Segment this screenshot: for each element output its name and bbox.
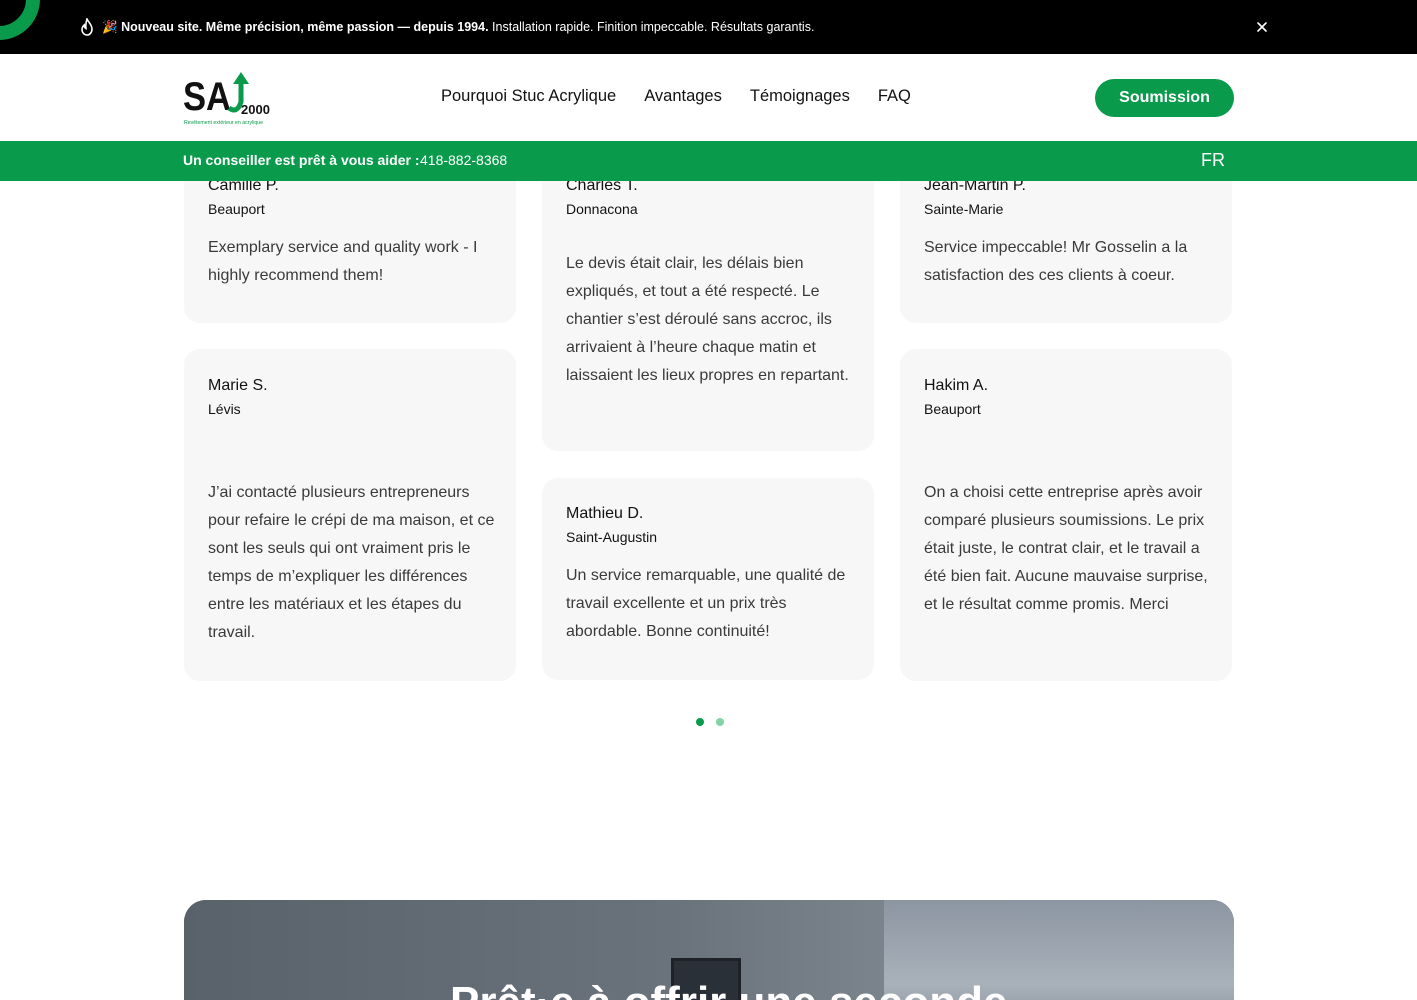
testimonial-city: Saint-Augustin (566, 529, 658, 545)
testimonial-card: Camille P. Beauport Exemplary service an… (184, 181, 516, 323)
testimonial-name: Marie S. (208, 377, 268, 394)
testimonial-city: Lévis (208, 401, 241, 417)
testimonial-card: Jean-Martin P. Sainte-Marie Service impe… (900, 181, 1232, 323)
main-nav: Pourquoi Stuc Acrylique Avantages Témoig… (441, 87, 911, 106)
testimonial-text: Service impeccable! Mr Gosselin a la sat… (924, 239, 1188, 284)
testimonial-city: Sainte-Marie (924, 201, 1004, 217)
nav-avantages[interactable]: Avantages (644, 87, 722, 106)
testimonial-card: Marie S. Lévis J’ai contacté plusieurs e… (184, 349, 516, 681)
close-icon[interactable] (1254, 19, 1270, 35)
testimonial-card: Charles T. Donnacona Le devis était clai… (542, 181, 874, 451)
testimonials-section: Camille P. Beauport Exemplary service an… (0, 181, 1417, 1000)
announcement-rest: Installation rapide. Finition impeccable… (492, 20, 815, 34)
flame-icon (81, 18, 93, 36)
carousel-dot-1[interactable] (696, 718, 704, 726)
nav-faq[interactable]: FAQ (878, 87, 911, 106)
site-header: SA 2000 Revêtement extérieur en acryliqu… (0, 54, 1417, 141)
testimonial-text: Le devis était clair, les délais bien ex… (566, 255, 849, 384)
testimonial-city: Donnacona (566, 201, 638, 217)
logo-mark-icon: SA 2000 Revêtement extérieur en acryliqu… (183, 72, 270, 126)
testimonial-name: Charles T. (566, 181, 638, 194)
party-emoji: 🎉 (102, 20, 118, 34)
language-switch[interactable]: FR (1201, 150, 1225, 171)
banner-headline: Prêt·e à offrir une seconde (450, 978, 1007, 1000)
carousel-pagination (696, 718, 724, 726)
announcement-bar: 🎉 Nouveau site. Même précision, même pas… (0, 0, 1417, 54)
testimonial-text: On a choisi cette entreprise après avoir… (924, 484, 1208, 613)
testimonial-name: Mathieu D. (566, 505, 644, 522)
testimonial-name: Hakim A. (924, 377, 989, 394)
help-bar: Un conseiller est prêt à vous aider : 41… (0, 141, 1417, 181)
svg-text:2000: 2000 (241, 102, 270, 117)
sa2000-logo[interactable]: SA 2000 Revêtement extérieur en acryliqu… (183, 68, 275, 128)
testimonial-text: J’ai contacté plusieurs entrepreneurs po… (208, 484, 495, 641)
testimonial-text: Exemplary service and quality work - I h… (208, 239, 478, 284)
cta-banner: Prêt·e à offrir une seconde (184, 900, 1234, 1000)
testimonial-city: Beauport (208, 201, 265, 217)
announcement-message: 🎉 Nouveau site. Même précision, même pas… (102, 18, 814, 36)
phone-link[interactable]: 418-882-8368 (420, 152, 507, 168)
svg-text:Revêtement extérieur en acryli: Revêtement extérieur en acrylique (184, 120, 263, 126)
announcement-bold: Nouveau site. Même précision, même passi… (121, 20, 489, 34)
testimonial-card: Hakim A. Beauport On a choisi cette entr… (900, 349, 1232, 681)
testimonial-city: Beauport (924, 401, 981, 417)
carousel-dot-2[interactable] (716, 718, 724, 726)
corner-decoration (0, 0, 40, 40)
soumission-button[interactable]: Soumission (1095, 79, 1234, 117)
nav-temoignages[interactable]: Témoignages (750, 87, 850, 106)
testimonial-text: Un service remarquable, une qualité de t… (566, 567, 846, 640)
nav-pourquoi[interactable]: Pourquoi Stuc Acrylique (441, 87, 616, 106)
svg-text:SA: SA (183, 75, 231, 119)
testimonial-card: Mathieu D. Saint-Augustin Un service rem… (542, 478, 874, 680)
help-text: Un conseiller est prêt à vous aider : (183, 152, 420, 168)
testimonial-name: Camille P. (208, 181, 279, 194)
testimonial-name: Jean-Martin P. (924, 181, 1026, 194)
